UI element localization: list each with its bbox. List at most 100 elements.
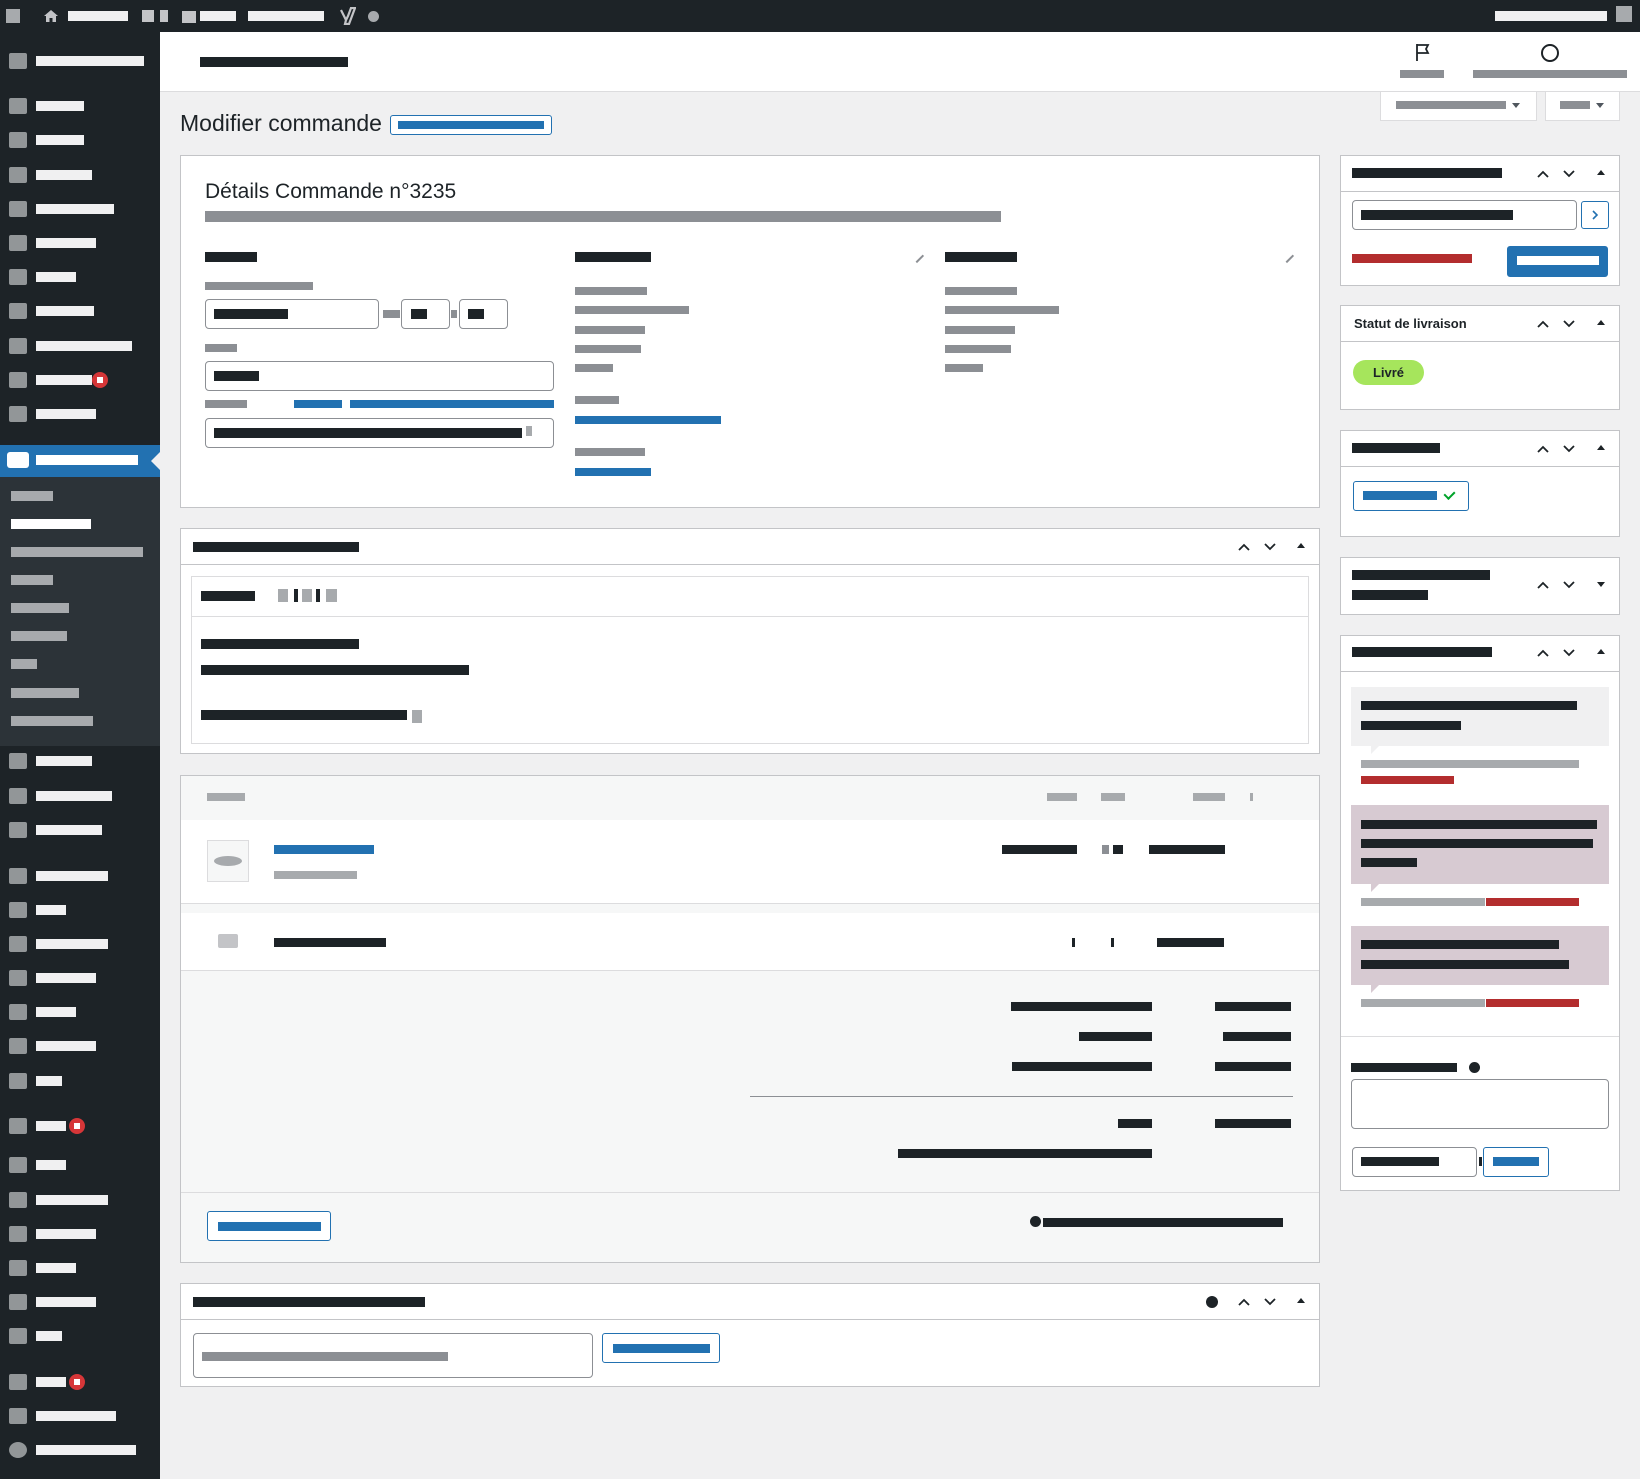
move-up-icon[interactable] — [1536, 578, 1550, 592]
move-down-icon[interactable] — [1562, 317, 1576, 331]
inner-panel-icons[interactable] — [278, 589, 288, 602]
inner-panel-icons[interactable] — [316, 589, 320, 602]
submenu-item[interactable] — [11, 575, 53, 585]
clear-customer-icon[interactable] — [526, 426, 532, 436]
plus-icon[interactable] — [182, 11, 196, 23]
sidebar-item[interactable] — [36, 375, 92, 385]
collapse-icon[interactable] — [9, 1442, 27, 1458]
avatar[interactable] — [1616, 6, 1632, 22]
yoast-icon[interactable] — [340, 7, 356, 25]
sidebar-item[interactable] — [36, 204, 114, 214]
move-up-icon[interactable] — [1237, 1295, 1251, 1309]
sidebar-item[interactable] — [36, 905, 66, 915]
new-link[interactable] — [200, 11, 236, 21]
toggle-panel-icon[interactable] — [1597, 445, 1605, 450]
sidebar-item[interactable] — [36, 756, 92, 766]
move-up-icon[interactable] — [1237, 540, 1251, 554]
inner-panel-icons[interactable] — [294, 589, 298, 602]
delete-note-link[interactable] — [1361, 776, 1454, 784]
note-text-1 — [1361, 820, 1597, 829]
sidebar-item[interactable] — [36, 871, 108, 881]
product-name-link[interactable] — [274, 845, 374, 854]
view-other-orders-link[interactable] — [350, 400, 554, 408]
help-icon[interactable] — [1469, 1062, 1480, 1073]
sidebar-item[interactable] — [36, 409, 96, 419]
home-icon[interactable] — [43, 8, 59, 24]
comment-icon[interactable] — [142, 10, 154, 22]
sidebar-item[interactable] — [36, 170, 92, 180]
billing-phone-link[interactable] — [575, 468, 651, 476]
submenu-item[interactable] — [11, 631, 67, 641]
sidebar-item[interactable] — [36, 341, 132, 351]
sidebar-item[interactable] — [36, 1007, 76, 1017]
delete-note-link[interactable] — [1486, 898, 1579, 906]
inner-panel-icons[interactable] — [326, 589, 337, 602]
sidebar-item[interactable] — [36, 135, 84, 145]
sidebar-item-woocommerce[interactable] — [36, 455, 138, 465]
qty-column-header — [1101, 793, 1125, 801]
move-down-icon[interactable] — [1562, 578, 1576, 592]
admin-bar-link[interactable] — [248, 11, 324, 21]
inner-panel-icons[interactable] — [302, 589, 312, 602]
move-down-icon[interactable] — [1263, 540, 1277, 554]
submenu-item[interactable] — [11, 603, 69, 613]
toggle-panel-icon[interactable] — [1597, 649, 1605, 654]
wordpress-icon[interactable] — [6, 9, 20, 23]
submenu-item[interactable] — [11, 519, 91, 529]
circle-icon[interactable] — [1541, 44, 1559, 62]
sidebar-item[interactable] — [36, 1076, 62, 1086]
move-down-icon[interactable] — [1562, 167, 1576, 181]
site-name-link[interactable] — [68, 11, 128, 21]
activity-label[interactable] — [1400, 70, 1444, 78]
help-icon[interactable] — [1206, 1296, 1218, 1308]
sidebar-item[interactable] — [36, 272, 76, 282]
move-to-trash-link[interactable] — [1352, 254, 1472, 263]
sidebar-item[interactable] — [36, 1160, 66, 1170]
help-icon[interactable] — [1030, 1216, 1041, 1227]
sidebar-item[interactable] — [36, 1445, 136, 1455]
move-down-icon[interactable] — [1562, 646, 1576, 660]
toggle-panel-icon[interactable] — [1297, 1298, 1305, 1303]
profile-link[interactable] — [294, 400, 342, 408]
sidebar-item[interactable] — [36, 1263, 76, 1273]
move-down-icon[interactable] — [1263, 1295, 1277, 1309]
sidebar-item[interactable] — [36, 1229, 96, 1239]
move-up-icon[interactable] — [1536, 167, 1550, 181]
billing-email-link[interactable] — [575, 416, 721, 424]
sidebar-item[interactable] — [36, 1041, 96, 1051]
sidebar-item[interactable] — [36, 56, 144, 66]
finish-setup-label[interactable] — [1473, 70, 1627, 78]
move-up-icon[interactable] — [1536, 442, 1550, 456]
submenu-item[interactable] — [11, 547, 143, 557]
sidebar-item[interactable] — [36, 939, 108, 949]
sidebar-item[interactable] — [36, 1195, 108, 1205]
add-note-textarea[interactable] — [1351, 1079, 1609, 1129]
sidebar-item[interactable] — [36, 825, 102, 835]
sidebar-item[interactable] — [36, 238, 96, 248]
sidebar-item[interactable] — [36, 973, 96, 983]
sidebar-item[interactable] — [36, 1411, 116, 1421]
comment-count[interactable] — [160, 10, 168, 22]
submenu-item[interactable] — [11, 688, 79, 698]
sidebar-item[interactable] — [36, 1377, 66, 1387]
user-greeting[interactable] — [1495, 11, 1607, 21]
sidebar-item[interactable] — [36, 1297, 96, 1307]
sidebar-item[interactable] — [36, 101, 84, 111]
submenu-item[interactable] — [11, 716, 93, 726]
flag-icon[interactable] — [1414, 42, 1432, 62]
submenu-item[interactable] — [11, 491, 53, 501]
delete-note-link[interactable] — [1486, 999, 1579, 1007]
submenu-item[interactable] — [11, 659, 37, 669]
toggle-panel-icon[interactable] — [1597, 170, 1605, 175]
sidebar-item[interactable] — [36, 1121, 66, 1131]
move-up-icon[interactable] — [1536, 646, 1550, 660]
move-down-icon[interactable] — [1562, 442, 1576, 456]
toggle-panel-icon[interactable] — [1597, 320, 1605, 325]
expand-panel-icon[interactable] — [1597, 582, 1605, 587]
sidebar-item[interactable] — [36, 1331, 62, 1341]
sidebar-item[interactable] — [36, 306, 94, 316]
move-up-icon[interactable] — [1536, 317, 1550, 331]
toggle-panel-icon[interactable] — [1297, 543, 1305, 548]
sidebar-item[interactable] — [36, 791, 112, 801]
chevron-right-icon — [1588, 208, 1602, 222]
